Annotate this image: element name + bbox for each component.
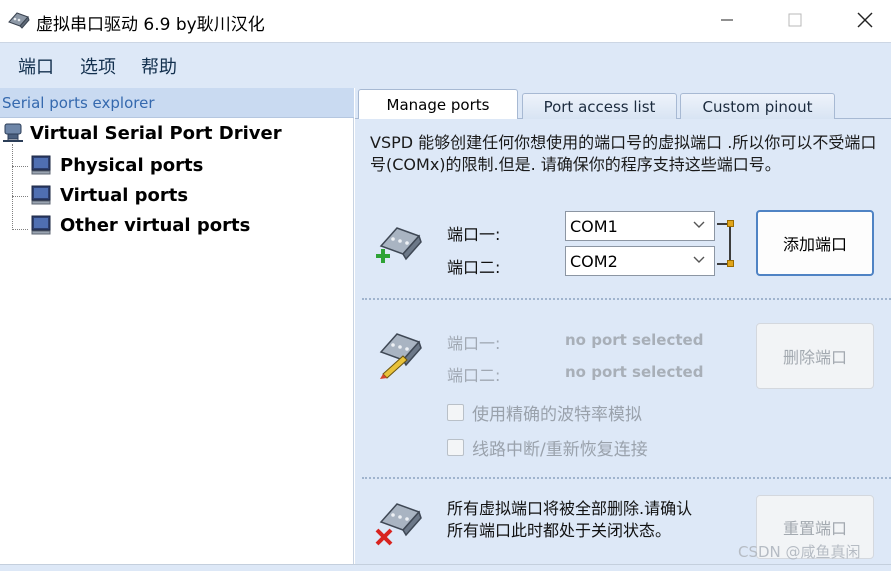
app-icon	[8, 12, 30, 29]
checkbox-box	[447, 404, 464, 421]
monitor-icon	[31, 185, 51, 205]
window-title: 虚拟串口驱动 6.9 by耿川汉化	[36, 15, 265, 35]
add-port-button[interactable]: 添加端口	[756, 210, 874, 276]
status-strip	[0, 564, 891, 571]
remove-port1-value: no port selected	[565, 331, 704, 349]
port1-value: COM1	[570, 216, 618, 236]
pair-bracket	[717, 223, 731, 265]
pair-dot	[727, 260, 734, 267]
close-button[interactable]	[830, 0, 891, 40]
minimize-button[interactable]	[692, 0, 762, 40]
menu-port[interactable]: 端口	[18, 53, 54, 79]
close-icon	[857, 12, 873, 28]
reset-note: 所有虚拟端口将被全部删除.请确认所有端口此时都处于关闭状态。	[447, 499, 693, 540]
maximize-icon	[788, 13, 802, 27]
minimize-icon	[721, 19, 733, 21]
line-break-reconnect-checkbox[interactable]: 线路中断/重新恢复连接	[447, 435, 648, 460]
tree-item-label: Virtual ports	[60, 184, 189, 206]
pair-dot	[727, 220, 734, 227]
add-port2-label: 端口二:	[447, 258, 501, 277]
baud-rate-emulation-checkbox[interactable]: 使用精确的波特率模拟	[447, 400, 642, 425]
watermark-text: CSDN @咸鱼真闲	[738, 543, 861, 561]
tree-root-item[interactable]: Virtual Serial Port Driver	[2, 122, 282, 144]
tree-connector	[12, 229, 28, 230]
description-text: VSPD 能够创建任何你想使用的端口号的虚拟端口 .所以你可以不受端口号(COM…	[370, 133, 877, 174]
remove-port1-label: 端口一:	[447, 334, 501, 353]
tree-item-other-virtual-ports[interactable]: Other virtual ports	[30, 214, 250, 236]
section-divider	[362, 477, 891, 479]
add-port-icon	[376, 227, 422, 263]
port2-select[interactable]: COM2	[565, 246, 715, 276]
explorer-header: Serial ports explorer	[0, 88, 354, 118]
menu-options[interactable]: 选项	[80, 53, 116, 79]
tab-manage-ports[interactable]: Manage ports	[358, 89, 518, 119]
remove-port2-value: no port selected	[565, 363, 704, 381]
edit-port-icon	[379, 333, 422, 379]
title-bar: 虚拟串口驱动 6.9 by耿川汉化	[0, 0, 891, 42]
checkbox-label: 使用精确的波特率模拟	[472, 405, 642, 425]
tab-custom-pinout[interactable]: Custom pinout	[680, 93, 835, 119]
tree-item-virtual-ports[interactable]: Virtual ports	[30, 184, 188, 206]
tree-item-physical-ports[interactable]: Physical ports	[30, 154, 203, 176]
tree-item-label: Physical ports	[60, 154, 204, 176]
tree-connector	[12, 196, 28, 197]
serial-port-icon	[3, 123, 23, 142]
monitor-icon	[31, 155, 51, 175]
monitor-icon	[31, 215, 51, 235]
tree-connector	[12, 144, 13, 230]
delete-port-icon	[375, 503, 422, 546]
tree-root-label: Virtual Serial Port Driver	[30, 122, 282, 144]
checkbox-box	[447, 439, 464, 456]
tree-connector	[12, 166, 28, 167]
maximize-button[interactable]	[760, 0, 830, 40]
tree-item-label: Other virtual ports	[60, 214, 251, 236]
tab-port-access-list[interactable]: Port access list	[522, 93, 677, 119]
checkbox-label: 线路中断/重新恢复连接	[472, 440, 648, 460]
menu-help[interactable]: 帮助	[141, 53, 177, 79]
explorer-title: Serial ports explorer	[2, 94, 155, 112]
port2-value: COM2	[570, 251, 618, 271]
remove-port-button[interactable]: 删除端口	[756, 323, 874, 389]
section-divider	[362, 298, 891, 300]
menu-bar: 端口 选项 帮助	[0, 42, 891, 88]
chevron-down-icon	[693, 221, 705, 228]
chevron-down-icon	[693, 256, 705, 263]
remove-port2-label: 端口二:	[447, 366, 501, 385]
add-port1-label: 端口一:	[447, 225, 501, 244]
port1-select[interactable]: COM1	[565, 211, 715, 241]
